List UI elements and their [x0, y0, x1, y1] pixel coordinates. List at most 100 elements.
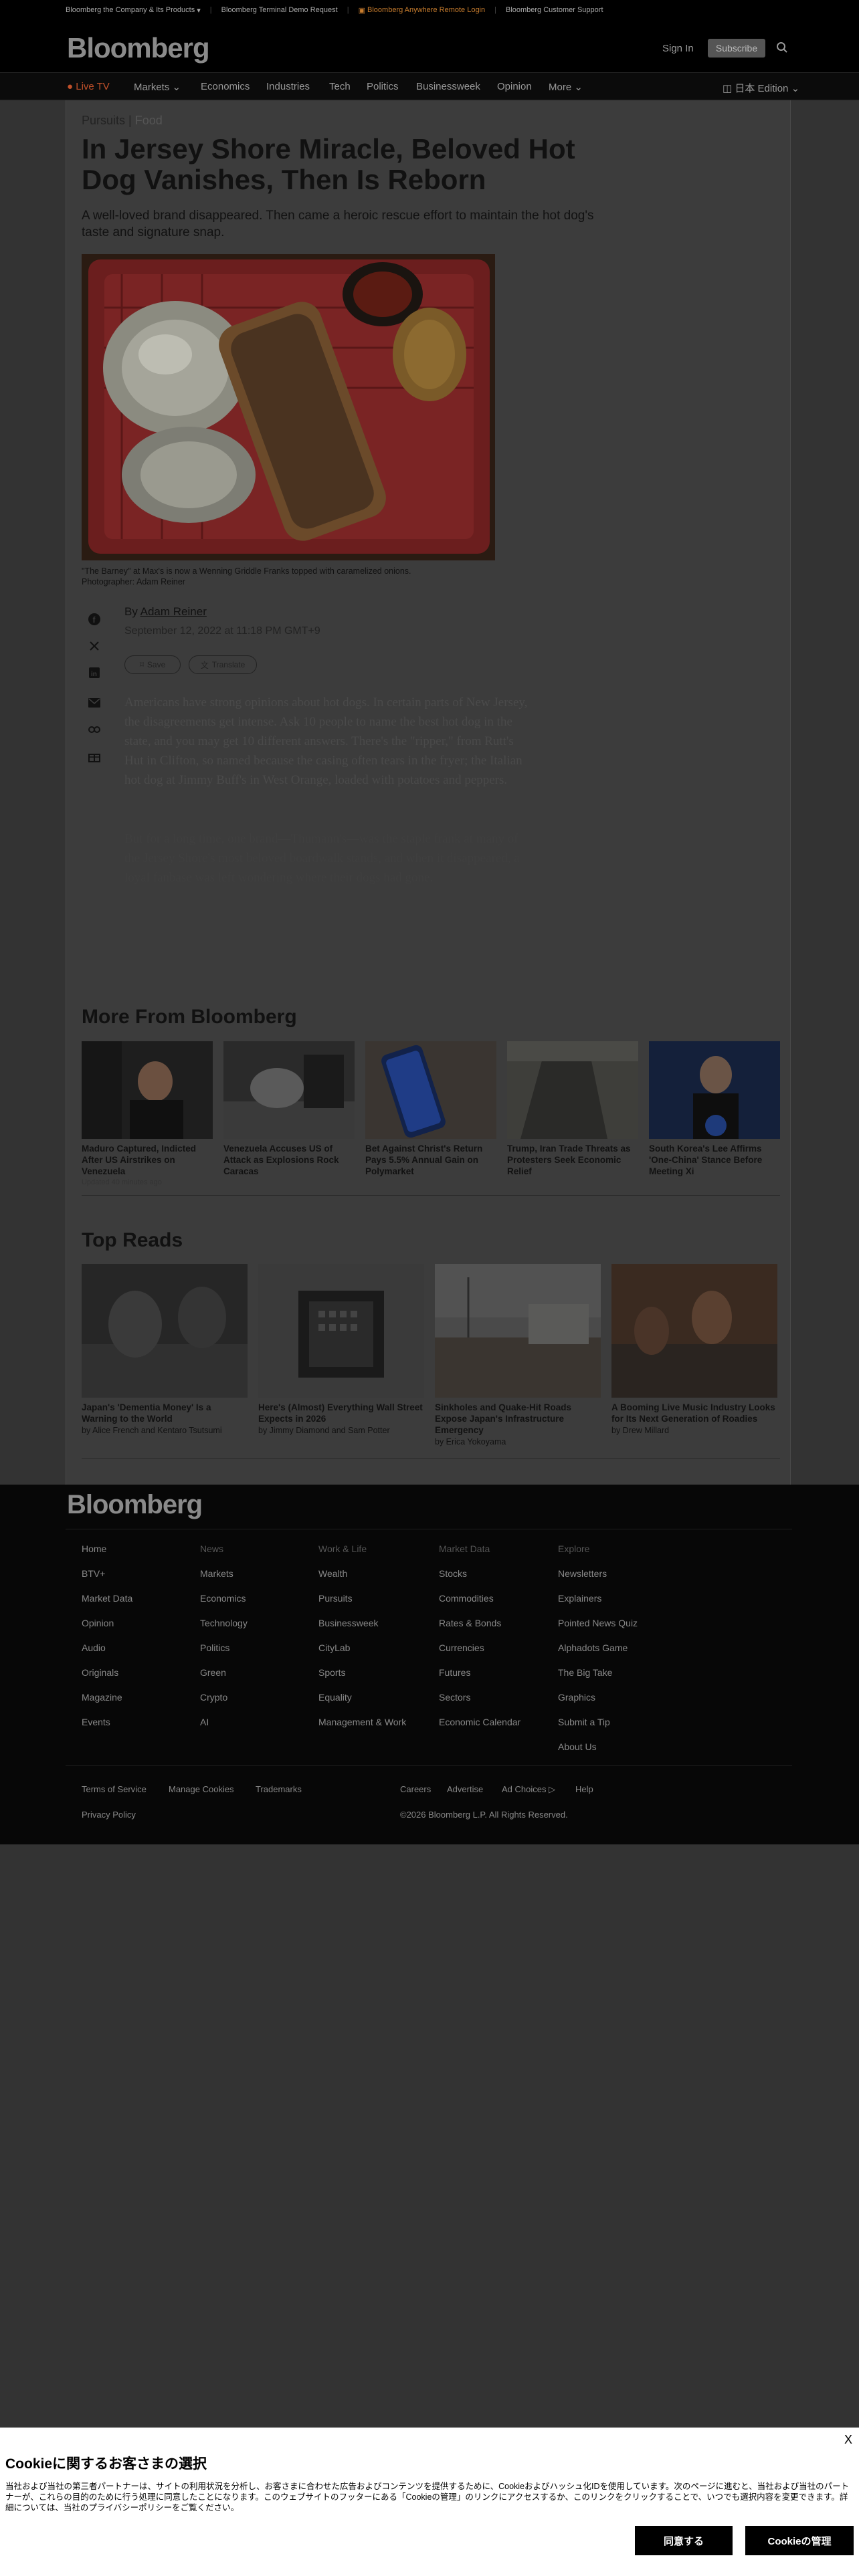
remote-login-link[interactable]: Bloomberg Anywhere Remote Login — [367, 6, 485, 14]
nav-politics[interactable]: Politics — [367, 81, 399, 92]
linkedin-icon[interactable]: in — [87, 665, 102, 680]
footer-link-ad-choices[interactable]: Ad Choices ▷ — [502, 1784, 555, 1795]
story-image — [365, 1041, 496, 1139]
story-card[interactable]: A Booming Live Music Industry Looks for … — [611, 1264, 777, 1435]
footer-link-economics[interactable]: Economics — [200, 1586, 248, 1611]
customer-support-link[interactable]: Bloomberg Customer Support — [506, 6, 603, 14]
nav-tech[interactable]: Tech — [329, 81, 351, 92]
footer-link-trademarks[interactable]: Trademarks — [256, 1784, 302, 1794]
close-icon[interactable]: X — [844, 2433, 852, 2447]
utility-bar: Bloomberg the Company & Its Products ▾ |… — [0, 0, 859, 20]
nav-industries[interactable]: Industries — [266, 81, 310, 92]
footer-link-markets[interactable]: Markets — [200, 1562, 248, 1586]
footer-link-careers[interactable]: Careers — [400, 1784, 431, 1794]
footer-link-newsletters[interactable]: Newsletters — [558, 1562, 638, 1586]
footer-link-explainers[interactable]: Explainers — [558, 1586, 638, 1611]
x-twitter-icon[interactable] — [87, 639, 102, 653]
footer-link-submit-tip[interactable]: Submit a Tip — [558, 1710, 638, 1735]
footer-link-alphadots[interactable]: Alphadots Game — [558, 1636, 638, 1660]
copy-link-icon[interactable] — [87, 722, 102, 737]
chevron-down-icon: ▾ — [195, 6, 201, 15]
footer-link-commodities[interactable]: Commodities — [439, 1586, 520, 1611]
footer-link-audio[interactable]: Audio — [82, 1636, 132, 1660]
footer-link-politics[interactable]: Politics — [200, 1636, 248, 1660]
nav-opinion[interactable]: Opinion — [497, 81, 532, 92]
manage-cookies-button[interactable]: Cookieの管理 — [745, 2526, 854, 2555]
story-title: Trump, Iran Trade Threats as Protesters … — [507, 1144, 631, 1176]
search-icon[interactable] — [776, 41, 788, 53]
facebook-icon[interactable]: f — [87, 612, 102, 627]
bloomberg-logo[interactable]: Bloomberg — [67, 32, 210, 64]
footer-link-privacy[interactable]: Privacy Policy — [82, 1810, 136, 1820]
footer-logo[interactable]: Bloomberg — [67, 1490, 203, 1520]
footer-link-businessweek[interactable]: Businessweek — [318, 1611, 406, 1636]
nav-businessweek[interactable]: Businessweek — [416, 81, 480, 92]
footer-link-futures[interactable]: Futures — [439, 1660, 520, 1685]
footer-heading-news: News — [200, 1543, 224, 1554]
subsection-link[interactable]: Food — [135, 114, 163, 127]
story-title: Japan's 'Dementia Money' Is a Warning to… — [82, 1402, 211, 1424]
footer-link-wealth[interactable]: Wealth — [318, 1562, 406, 1586]
terminal-demo-link[interactable]: Bloomberg Terminal Demo Request — [221, 6, 338, 14]
footer-link-btv[interactable]: BTV+ — [82, 1562, 132, 1586]
story-card[interactable]: Here's (Almost) Everything Wall Street E… — [258, 1264, 424, 1435]
footer-link-sports[interactable]: Sports — [318, 1660, 406, 1685]
footer-link-originals[interactable]: Originals — [82, 1660, 132, 1685]
footer-link-magazine[interactable]: Magazine — [82, 1685, 132, 1710]
story-card[interactable]: Japan's 'Dementia Money' Is a Warning to… — [82, 1264, 248, 1435]
divider: | — [128, 114, 135, 127]
email-icon[interactable] — [87, 695, 102, 710]
subscribe-button[interactable]: Subscribe — [708, 39, 765, 58]
story-card[interactable]: Sinkholes and Quake-Hit Roads Expose Jap… — [435, 1264, 601, 1446]
story-byline: by Drew Millard — [611, 1426, 670, 1435]
footer-link-about-us[interactable]: About Us — [558, 1735, 638, 1759]
divider — [82, 1195, 780, 1196]
agree-button[interactable]: 同意する — [635, 2526, 733, 2555]
footer-heading-work-life: Work & Life — [318, 1543, 367, 1554]
gift-icon[interactable] — [87, 749, 102, 764]
footer-link-help[interactable]: Help — [575, 1784, 593, 1794]
footer-link-graphics[interactable]: Graphics — [558, 1685, 638, 1710]
author-link[interactable]: Adam Reiner — [140, 605, 207, 618]
footer-link-opinion[interactable]: Opinion — [82, 1611, 132, 1636]
section-link[interactable]: Pursuits — [82, 114, 125, 127]
footer-link-green[interactable]: Green — [200, 1660, 248, 1685]
footer-link-terms[interactable]: Terms of Service — [82, 1784, 147, 1794]
footer-link-home[interactable]: Home — [82, 1537, 132, 1562]
footer-link-management-work[interactable]: Management & Work — [318, 1710, 406, 1735]
story-byline: by Alice French and Kentaro Tsutsumi — [82, 1426, 222, 1435]
story-card[interactable]: Venezuela Accuses US of Attack as Explos… — [223, 1041, 355, 1177]
footer-column: Work & Life Wealth Pursuits Businessweek… — [318, 1537, 406, 1735]
footer-link-currencies[interactable]: Currencies — [439, 1636, 520, 1660]
edition-selector[interactable]: ◫ 日本 Edition ⌄ — [723, 81, 799, 95]
footer-link-crypto[interactable]: Crypto — [200, 1685, 248, 1710]
footer-link-economic-calendar[interactable]: Economic Calendar — [439, 1710, 520, 1735]
story-card[interactable]: Trump, Iran Trade Threats as Protesters … — [507, 1041, 638, 1177]
footer-link-advertise[interactable]: Advertise — [447, 1784, 483, 1794]
footer-link-pursuits[interactable]: Pursuits — [318, 1586, 406, 1611]
footer-link-events[interactable]: Events — [82, 1710, 132, 1735]
story-card[interactable]: Maduro Captured, Indicted After US Airst… — [82, 1041, 213, 1186]
footer-link-market-data[interactable]: Market Data — [82, 1586, 132, 1611]
sign-in-link[interactable]: Sign In — [662, 43, 694, 54]
nav-more[interactable]: More ⌄ — [549, 81, 583, 93]
footer-link-citylab[interactable]: CityLab — [318, 1636, 406, 1660]
story-card[interactable]: Bet Against Christ's Return Pays 5.5% An… — [365, 1041, 496, 1177]
nav-live-tv[interactable]: ● Live TV — [67, 81, 110, 92]
translate-button[interactable]: 文 Translate — [189, 655, 257, 674]
save-button[interactable]: ⌑ Save — [124, 655, 181, 674]
footer-link-rates-bonds[interactable]: Rates & Bonds — [439, 1611, 520, 1636]
story-title: Here's (Almost) Everything Wall Street E… — [258, 1402, 423, 1424]
footer-link-equality[interactable]: Equality — [318, 1685, 406, 1710]
company-products-link[interactable]: Bloomberg the Company & Its Products — [66, 6, 195, 14]
footer-link-news-quiz[interactable]: Pointed News Quiz — [558, 1611, 638, 1636]
footer-link-stocks[interactable]: Stocks — [439, 1562, 520, 1586]
footer-link-big-take[interactable]: The Big Take — [558, 1660, 638, 1685]
footer-link-sectors[interactable]: Sectors — [439, 1685, 520, 1710]
footer-link-manage-cookies[interactable]: Manage Cookies — [169, 1784, 234, 1794]
footer-link-ai[interactable]: AI — [200, 1710, 248, 1735]
footer-link-technology[interactable]: Technology — [200, 1611, 248, 1636]
nav-markets[interactable]: Markets ⌄ — [134, 81, 181, 93]
story-card[interactable]: South Korea's Lee Affirms 'One-China' St… — [649, 1041, 780, 1177]
nav-economics[interactable]: Economics — [201, 81, 250, 92]
